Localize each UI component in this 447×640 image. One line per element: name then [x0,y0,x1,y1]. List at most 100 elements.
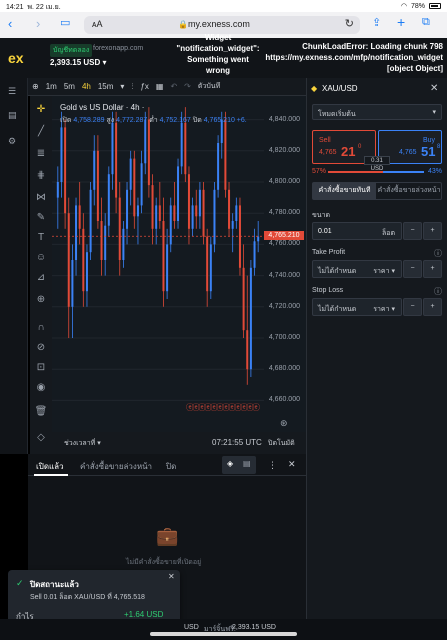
candle-body[interactable] [144,119,147,164]
tab-closed-orders[interactable]: ปิด [166,460,176,473]
candle-body[interactable] [89,189,92,253]
collapse-icon[interactable]: ◇ [34,432,48,446]
reload-icon[interactable]: ↻ [345,17,354,30]
candle-body[interactable] [71,260,74,307]
candle-body[interactable] [158,205,161,221]
sl-increase-button[interactable]: + [423,298,442,316]
candle-body[interactable] [151,185,154,229]
candle-body[interactable] [173,205,176,221]
timeframe-15m[interactable]: 15m [98,82,114,91]
tabs-icon[interactable]: ⧉ [422,16,430,29]
candle-body[interactable] [246,330,249,370]
candle-body[interactable] [224,119,227,190]
candle-body[interactable] [67,213,70,307]
redo-icon[interactable]: ↷ [184,82,191,91]
candle-body[interactable] [56,182,59,198]
stop-loss-input[interactable]: ไม่ได้กำหนด ราคา ▾ [312,298,402,316]
candle-body[interactable] [75,205,78,260]
order-mode-select[interactable]: โหมดเริ่มต้น ▾ [312,104,442,120]
calendar-icon[interactable]: ▤ [8,110,17,121]
ruler-icon[interactable]: ⊿ [34,272,48,286]
candle-body[interactable] [100,221,103,260]
candle-body[interactable] [249,267,252,370]
trendline-icon[interactable]: ╱ [34,126,48,140]
candle-body[interactable] [118,197,121,260]
candles-svg[interactable] [52,96,264,432]
zoom-in-icon[interactable]: ⊕ [34,294,48,308]
lock-icon-2[interactable]: ⊡ [34,362,48,376]
layout-icon[interactable]: ▦ [156,82,164,91]
candle-body[interactable] [166,244,169,292]
tab-pending-orders[interactable]: คำสั่งซื้อขายล่วงหน้า [80,460,152,473]
menu-icon[interactable]: ☰ [8,86,16,97]
candle-body[interactable] [231,221,234,229]
timeframe-dropdown-icon[interactable]: ▾ [120,82,124,91]
candle-body[interactable] [228,189,231,229]
time-range-dropdown[interactable]: ช่วงเวลาที่ ▾ [64,438,101,449]
tp-info-icon[interactable]: ⓘ [434,248,442,259]
candle-body[interactable] [177,166,180,221]
candle-body[interactable] [198,189,201,217]
candle-body[interactable] [93,150,96,190]
take-profit-input[interactable]: ไม่ได้กำหนด ราคา ▾ [312,260,402,278]
timeframe-5m[interactable]: 5m [64,82,75,91]
sl-info-icon[interactable]: ⓘ [434,286,442,297]
candle-body[interactable] [235,205,238,221]
emoji-icon[interactable]: ☺ [34,252,48,266]
candle-body[interactable] [126,189,129,229]
candle-body[interactable] [129,158,132,190]
candle-body[interactable] [78,205,81,229]
chart-type-icon[interactable]: ⫶ [131,82,133,92]
crosshair-icon[interactable]: ✛ [34,104,48,118]
candle-body[interactable] [242,267,245,331]
new-tab-icon[interactable]: + [397,14,405,30]
undo-icon[interactable]: ↶ [170,82,177,91]
indicators-icon[interactable]: ƒx [140,82,148,91]
event-markers[interactable]: ⓔⓔⓔⓔⓔⓔⓔⓔⓔⓔⓔⓔ [186,402,260,413]
candle-body[interactable] [209,244,212,292]
channel-icon[interactable]: ⋕ [34,170,48,184]
candle-body[interactable] [257,236,260,242]
stack-icon[interactable]: ▤ [243,459,251,468]
add-indicator-icon[interactable]: ⊕ [32,82,39,91]
close-orders-icon[interactable]: ✕ [288,459,296,470]
save-label[interactable]: ตัวบันทึ [198,81,220,92]
candle-body[interactable] [136,205,139,217]
toast-close-icon[interactable]: ✕ [168,572,175,581]
candle-body[interactable] [82,228,85,292]
timeframe-4h[interactable]: 4h [82,82,91,91]
share-icon[interactable]: ⇪ [372,16,381,29]
pattern-icon[interactable]: ⋈ [34,192,48,206]
candle-body[interactable] [85,252,88,292]
volume-decrease-button[interactable]: − [403,222,422,240]
candle-body[interactable] [107,174,110,226]
lock-drawing-icon[interactable]: ⊘ [34,342,48,356]
sl-decrease-button[interactable]: − [403,298,422,316]
volume-increase-button[interactable]: + [423,222,442,240]
candle-body[interactable] [202,189,205,237]
candle-body[interactable] [180,122,183,167]
tab-market-order[interactable]: คำสั่งซื้อขายทันที [313,183,376,199]
candle-body[interactable] [111,122,114,175]
eye-icon[interactable]: ◉ [34,382,48,396]
candle-body[interactable] [147,119,150,186]
candle-body[interactable] [217,143,220,190]
exness-logo[interactable]: ex [8,50,30,66]
candle-body[interactable] [133,158,136,217]
candle-body[interactable] [104,225,107,260]
back-icon[interactable]: ‹ [8,16,12,31]
candle-body[interactable] [206,236,209,292]
tp-decrease-button[interactable]: − [403,260,422,278]
candle-body[interactable] [184,122,187,175]
tab-open-orders[interactable]: เปิดแล้ว [36,460,64,473]
bookmarks-icon[interactable]: ▭ [60,16,70,29]
candle-body[interactable] [122,228,125,260]
candle-body[interactable] [115,122,118,198]
settings-icon[interactable]: ⚙ [8,136,16,147]
candle-body[interactable] [187,174,190,229]
fib-icon[interactable]: ≣ [34,148,48,162]
candle-body[interactable] [60,127,63,182]
tp-increase-button[interactable]: + [423,260,442,278]
brush-icon[interactable]: ✎ [34,212,48,226]
layers-icon[interactable]: ◈ [227,459,233,468]
